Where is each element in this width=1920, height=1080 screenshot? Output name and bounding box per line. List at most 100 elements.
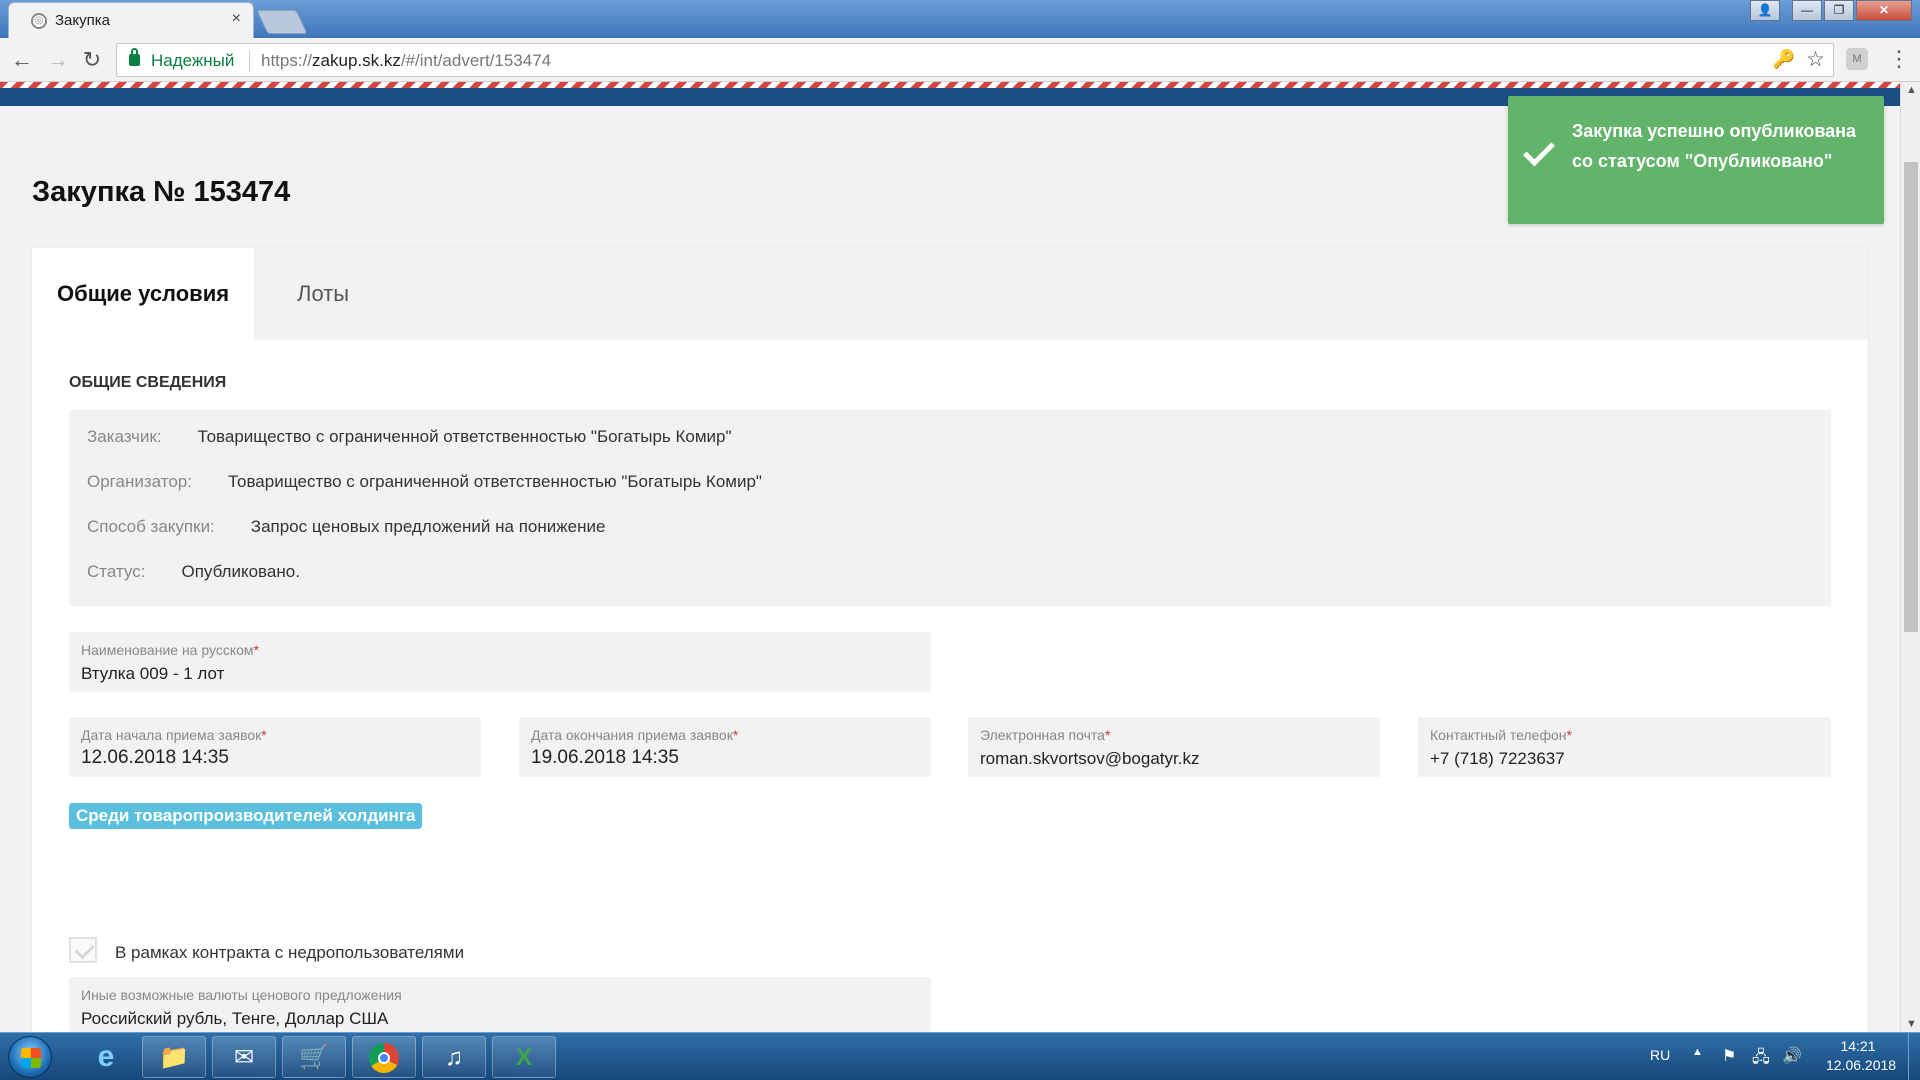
- start-button[interactable]: [8, 1036, 52, 1078]
- lock-icon: [129, 48, 140, 66]
- field-label: Дата окончания приема заявок*: [531, 727, 738, 743]
- info-value: Товарищество с ограниченной ответственно…: [227, 472, 762, 491]
- browser-tab[interactable]: ◎ Закупка ×: [8, 2, 254, 38]
- section-title: ОБЩИЕ СВЕДЕНИЯ: [69, 374, 227, 391]
- start-date-field[interactable]: Дата начала приема заявок* 12.06.2018 14…: [69, 717, 481, 777]
- tab-general-conditions[interactable]: Общие условия: [32, 248, 255, 340]
- email-field[interactable]: Электронная почта* roman.skvortsov@bogat…: [968, 717, 1380, 777]
- browser-titlebar: ◎ Закупка × 👤 — ❐ ✕: [0, 0, 1920, 38]
- info-label: Заказчик:: [87, 427, 162, 446]
- volume-icon[interactable]: 🔊: [1782, 1046, 1802, 1066]
- url-path: /#/int/advert/153474: [400, 51, 552, 70]
- field-value: 19.06.2018 14:35: [531, 747, 679, 768]
- info-label: Организатор:: [87, 472, 192, 491]
- field-value: Втулка 009 - 1 лот: [81, 664, 225, 683]
- required-mark: *: [253, 642, 259, 658]
- info-row-method: Способ закупки: Запрос ценовых предложени…: [87, 517, 605, 537]
- restore-button[interactable]: ❐: [1824, 0, 1854, 21]
- tray-expand-icon[interactable]: ▲: [1692, 1046, 1703, 1058]
- profile-icon[interactable]: 👤: [1750, 0, 1780, 21]
- site-favicon-icon: ◎: [31, 13, 47, 29]
- page-title: Закупка № 153474: [32, 176, 291, 208]
- info-value: Опубликовано.: [181, 562, 300, 581]
- windows-taskbar: e 📁 ✉ 🛒 ♫ X RU ▲ ⚑ 🖧 🔊 14:21 12.06.2018: [0, 1032, 1920, 1080]
- omnibox-divider: [249, 50, 250, 72]
- url-scheme: https://: [261, 51, 313, 70]
- new-tab-button[interactable]: [256, 10, 308, 34]
- browser-menu-icon[interactable]: ⋮: [1888, 46, 1910, 72]
- forward-icon[interactable]: →: [44, 46, 72, 74]
- field-label: Наименование на русском*: [81, 642, 259, 658]
- field-label: Иные возможные валюты ценового предложен…: [81, 987, 402, 1003]
- info-label: Статус:: [87, 562, 146, 581]
- tab-lots[interactable]: Лоты: [272, 248, 374, 340]
- field-label: Контактный телефон*: [1430, 727, 1572, 743]
- secure-label[interactable]: Надежный: [151, 51, 234, 71]
- page-scrollbar[interactable]: ▲ ▼: [1900, 82, 1920, 1032]
- chrome-icon[interactable]: [352, 1036, 416, 1078]
- info-value: Товарищество с ограниченной ответственно…: [197, 427, 732, 446]
- info-value: Запрос ценовых предложений на понижение: [250, 517, 606, 536]
- field-value: roman.skvortsov@bogatyr.kz: [980, 749, 1200, 768]
- info-row-organizer: Организатор: Товарищество с ограниченной …: [87, 472, 762, 492]
- windows-logo-icon: [21, 1048, 41, 1068]
- outlook-icon[interactable]: ✉: [212, 1036, 276, 1078]
- browser-toolbar: ← → ↻ Надежный https://zakup.sk.kz/#/int…: [0, 38, 1920, 82]
- scroll-up-icon[interactable]: ▲: [1906, 84, 1917, 96]
- site-header-stripe: [0, 82, 1900, 88]
- info-label: Способ закупки:: [87, 517, 215, 536]
- subsoil-contract-label[interactable]: В рамках контракта с недропользователями: [115, 943, 464, 963]
- field-label-text: Наименование на русском: [81, 642, 254, 658]
- window-controls: 👤 — ❐ ✕: [1750, 0, 1912, 22]
- scroll-down-icon[interactable]: ▼: [1906, 1018, 1917, 1030]
- tab-title: Закупка: [55, 12, 110, 29]
- clock[interactable]: 14:21 12.06.2018: [1826, 1037, 1897, 1075]
- page-viewport: Закупка № 153474 Общие условия Лоты ОБЩИ…: [0, 82, 1900, 1032]
- scroll-thumb[interactable]: [1904, 162, 1918, 632]
- password-key-icon[interactable]: 🔑: [1773, 49, 1795, 70]
- show-desktop-button[interactable]: [1908, 1033, 1920, 1080]
- back-icon[interactable]: ←: [8, 46, 36, 74]
- tabs-row: Общие условия Лоты: [32, 248, 1868, 340]
- checkmark-icon: [1522, 138, 1552, 168]
- name-ru-field[interactable]: Наименование на русском* Втулка 009 - 1 …: [69, 632, 931, 692]
- success-toast[interactable]: Закупка успешно опубликована со статусом…: [1508, 96, 1884, 224]
- action-center-flag-icon[interactable]: ⚑: [1722, 1046, 1736, 1066]
- reload-icon[interactable]: ↻: [78, 46, 106, 74]
- tab-close-icon[interactable]: ×: [232, 10, 241, 28]
- general-info-box: Заказчик: Товарищество с ограниченной отв…: [69, 410, 1831, 606]
- language-indicator[interactable]: RU: [1650, 1047, 1670, 1063]
- field-value: Российский рубль, Тенге, Доллар США: [81, 1009, 389, 1028]
- currencies-field[interactable]: Иные возможные валюты ценового предложен…: [69, 977, 931, 1032]
- minimize-button[interactable]: —: [1792, 0, 1822, 21]
- address-bar[interactable]: Надежный https://zakup.sk.kz/#/int/adver…: [116, 43, 1834, 77]
- info-row-customer: Заказчик: Товарищество с ограниченной отв…: [87, 427, 732, 447]
- field-value: 12.06.2018 14:35: [81, 747, 229, 768]
- phone-field[interactable]: Контактный телефон* +7 (718) 7223637: [1418, 717, 1831, 777]
- field-label-text: Дата начала приема заявок: [81, 727, 262, 743]
- field-value: +7 (718) 7223637: [1430, 749, 1565, 768]
- internet-explorer-icon[interactable]: e: [74, 1036, 138, 1078]
- bookmark-star-icon[interactable]: ☆: [1806, 47, 1825, 72]
- field-label: Дата начала приема заявок*: [81, 727, 267, 743]
- close-window-button[interactable]: ✕: [1856, 0, 1912, 21]
- required-mark: *: [1566, 727, 1572, 743]
- holding-producers-badge: Среди товаропроизводителей холдинга: [69, 803, 423, 829]
- network-icon[interactable]: 🖧: [1752, 1046, 1770, 1073]
- info-row-status: Статус: Опубликовано.: [87, 562, 300, 582]
- excel-icon[interactable]: X: [492, 1036, 556, 1078]
- field-label-text: Контактный телефон: [1430, 727, 1567, 743]
- subsoil-contract-checkbox[interactable]: [69, 937, 97, 963]
- end-date-field[interactable]: Дата окончания приема заявок* 19.06.2018…: [519, 717, 931, 777]
- clock-date: 12.06.2018: [1826, 1057, 1897, 1073]
- shop-cart-icon[interactable]: 🛒: [282, 1036, 346, 1078]
- url-text[interactable]: https://zakup.sk.kz/#/int/advert/153474: [261, 51, 551, 71]
- file-explorer-icon[interactable]: 📁: [142, 1036, 206, 1078]
- extension-icon[interactable]: M: [1846, 48, 1868, 70]
- toast-message: Закупка успешно опубликована со статусом…: [1572, 121, 1857, 171]
- procurement-card: Общие условия Лоты ОБЩИЕ СВЕДЕНИЯ Заказч…: [32, 248, 1868, 1032]
- media-app-icon[interactable]: ♫: [422, 1036, 486, 1078]
- field-label: Электронная почта*: [980, 727, 1110, 743]
- clock-time: 14:21: [1840, 1038, 1876, 1054]
- required-mark: *: [261, 727, 267, 743]
